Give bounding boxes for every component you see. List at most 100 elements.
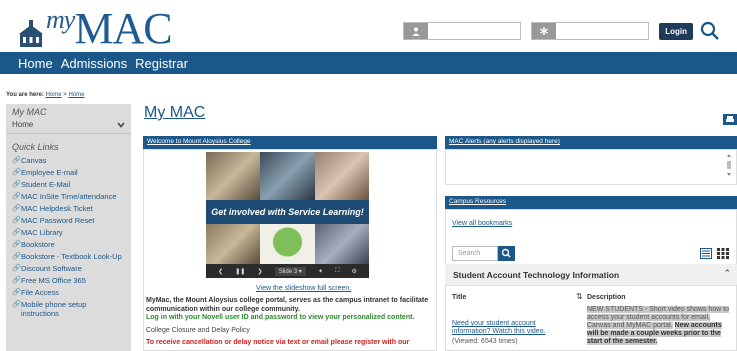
search-icon[interactable] bbox=[699, 20, 721, 42]
bookmark-search-button[interactable] bbox=[498, 246, 515, 261]
quick-link-label: MAC Helpdesk Ticket bbox=[21, 203, 93, 213]
slide-selector[interactable]: Slide 3 ▾ bbox=[274, 266, 306, 276]
sidebar: My MAC Home Quick Links 🔗 Canvas 🔗 Employe… bbox=[6, 104, 131, 351]
quick-link-employee-email[interactable]: 🔗 Employee E-mail bbox=[6, 166, 131, 178]
link-icon: 🔗 bbox=[12, 156, 21, 164]
logo-mac-text: MAC bbox=[74, 4, 172, 53]
prev-icon[interactable]: ❮ bbox=[218, 268, 223, 275]
sidebar-section-title: My MAC bbox=[12, 107, 47, 117]
username-field[interactable] bbox=[403, 22, 522, 40]
link-icon: 🔗 bbox=[12, 204, 21, 212]
welcome-panel-header[interactable]: Welcome to Mount Aloysius College bbox=[143, 136, 437, 149]
alerts-panel-header[interactable]: MAC Alerts (any alerts displayed here) bbox=[445, 136, 737, 149]
breadcrumb-home-link[interactable]: Home bbox=[46, 92, 62, 98]
list-view-icon[interactable] bbox=[700, 248, 712, 259]
quick-link-insite[interactable]: 🔗 MAC InSite Time/attendance bbox=[6, 190, 131, 202]
breadcrumb: You are here: Home > Home bbox=[6, 92, 84, 98]
mymac-logo[interactable]: my MAC bbox=[18, 4, 173, 53]
fullscreen-icon[interactable]: ⛶ bbox=[335, 268, 339, 275]
asterisk-icon bbox=[532, 23, 557, 39]
breadcrumb-separator: > bbox=[63, 92, 67, 98]
slideshow-photo bbox=[314, 224, 369, 264]
quick-link-file-access[interactable]: 🔗 File Access bbox=[6, 286, 131, 298]
logo-my-text: my bbox=[46, 5, 75, 34]
bookmark-row-views: (Viewed: 6543 times) bbox=[452, 338, 518, 345]
quick-link-mobile-setup[interactable]: 🔗 Mobile phone setup instructions bbox=[6, 298, 131, 319]
quick-link-label: Discount Software bbox=[21, 263, 82, 273]
slideshow-photos-top bbox=[206, 152, 369, 200]
sort-icon[interactable]: ⇅ bbox=[576, 292, 583, 301]
print-icon[interactable] bbox=[723, 114, 737, 125]
link-icon: 🔗 bbox=[12, 288, 21, 296]
cancellation-notice: To receive cancellation or delay notice … bbox=[146, 339, 410, 346]
settings-wand-icon[interactable]: ✦ bbox=[318, 268, 323, 275]
slideshow-photo bbox=[206, 152, 261, 200]
slideshow-controls: ❮ ❚❚ ❯ Slide 3 ▾ ✦ ⛶ ⚙ bbox=[206, 264, 369, 278]
slideshow-banner: Get involved with Service Learning! bbox=[206, 200, 369, 224]
alerts-scrollbar[interactable] bbox=[725, 152, 733, 178]
user-icon bbox=[404, 23, 429, 39]
slide-label: Slide 3 bbox=[278, 268, 298, 275]
quick-link-bookstore[interactable]: 🔗 Bookstore bbox=[6, 238, 131, 250]
view-toggle bbox=[700, 248, 729, 259]
slideshow-photo bbox=[260, 152, 315, 200]
bookmark-search: Search bbox=[452, 246, 515, 261]
building-icon bbox=[19, 20, 43, 47]
bookmark-row-link[interactable]: Need your student account information? W… bbox=[452, 320, 572, 336]
quick-link-label: Employee E-mail bbox=[21, 167, 78, 177]
breadcrumb-home-link-2[interactable]: Home bbox=[68, 92, 84, 98]
main-nav: Home Admissions Registrar bbox=[0, 52, 737, 74]
fullscreen-link[interactable]: View the slideshow full screen. bbox=[256, 285, 351, 292]
nav-home[interactable]: Home bbox=[18, 56, 53, 71]
quick-link-password-reset[interactable]: 🔗 MAC Password Reset bbox=[6, 214, 131, 226]
gear-icon[interactable]: ⚙ bbox=[352, 268, 357, 275]
quick-links-title: Quick Links bbox=[12, 142, 59, 152]
pause-icon[interactable]: ❚❚ bbox=[235, 268, 245, 275]
column-header-title[interactable]: Title bbox=[452, 294, 466, 301]
quick-link-label: MAC Password Reset bbox=[21, 215, 95, 225]
chevron-up-icon[interactable]: ⌃ bbox=[723, 268, 731, 279]
nav-registrar[interactable]: Registrar bbox=[135, 56, 188, 71]
nav-admissions[interactable]: Admissions bbox=[61, 56, 127, 71]
student-account-section-title: Student Account Technology Information bbox=[453, 270, 620, 280]
slideshow-photos-bottom bbox=[206, 224, 369, 264]
welcome-text: MyMac, the Mount Aloysius college portal… bbox=[146, 297, 436, 348]
bookmark-search-input[interactable]: Search bbox=[452, 246, 498, 261]
link-icon: 🔗 bbox=[12, 300, 21, 308]
closure-policy-text: College Closure and Delay Policy bbox=[146, 326, 250, 334]
link-icon: 🔗 bbox=[12, 216, 21, 224]
student-account-section-header[interactable]: Student Account Technology Information ⌃ bbox=[445, 264, 737, 286]
quick-link-student-email[interactable]: 🔗 Student E-Mail bbox=[6, 178, 131, 190]
grid-view-icon[interactable] bbox=[717, 248, 729, 259]
resources-panel-header[interactable]: Campus Resources bbox=[445, 196, 737, 209]
quick-link-label: Free MS Office 365 bbox=[21, 275, 86, 285]
slideshow-tree-graphic bbox=[260, 224, 315, 264]
alerts-panel bbox=[445, 149, 737, 185]
slideshow-photo bbox=[206, 224, 261, 264]
sidebar-page-select[interactable]: Home bbox=[6, 117, 131, 134]
quick-link-canvas[interactable]: 🔗 Canvas bbox=[6, 154, 131, 166]
quick-link-label: Mobile phone setup instructions bbox=[21, 299, 87, 318]
quick-link-label: MAC Library bbox=[21, 227, 63, 237]
next-icon[interactable]: ❯ bbox=[258, 268, 263, 275]
slideshow[interactable]: Get involved with Service Learning! ❮ ❚❚… bbox=[206, 152, 369, 278]
header: my MAC Login bbox=[0, 0, 737, 52]
quick-link-textbook-lookup[interactable]: 🔗 Bookstore - Textbook Look-Up bbox=[6, 250, 131, 262]
quick-link-label: Canvas bbox=[21, 155, 47, 165]
login-button[interactable]: Login bbox=[659, 22, 693, 40]
search-icon bbox=[501, 248, 511, 258]
page-title: My MAC bbox=[144, 104, 206, 121]
link-icon: 🔗 bbox=[12, 180, 21, 188]
password-field[interactable] bbox=[531, 22, 650, 40]
quick-link-library[interactable]: 🔗 MAC Library bbox=[6, 226, 131, 238]
quick-link-helpdesk[interactable]: 🔗 MAC Helpdesk Ticket bbox=[6, 202, 131, 214]
column-header-description[interactable]: Description bbox=[587, 294, 626, 301]
sidebar-select-value: Home bbox=[12, 120, 34, 129]
quick-link-discount-software[interactable]: 🔗 Discount Software bbox=[6, 262, 131, 274]
login-area: Login bbox=[403, 20, 737, 42]
quick-link-office-365[interactable]: 🔗 Free MS Office 365 bbox=[6, 274, 131, 286]
link-icon: 🔗 bbox=[12, 276, 21, 284]
quick-link-label: Student E-Mail bbox=[21, 179, 71, 189]
view-all-bookmarks-link[interactable]: View all bookmarks bbox=[452, 220, 512, 227]
link-icon: 🔗 bbox=[12, 240, 21, 248]
